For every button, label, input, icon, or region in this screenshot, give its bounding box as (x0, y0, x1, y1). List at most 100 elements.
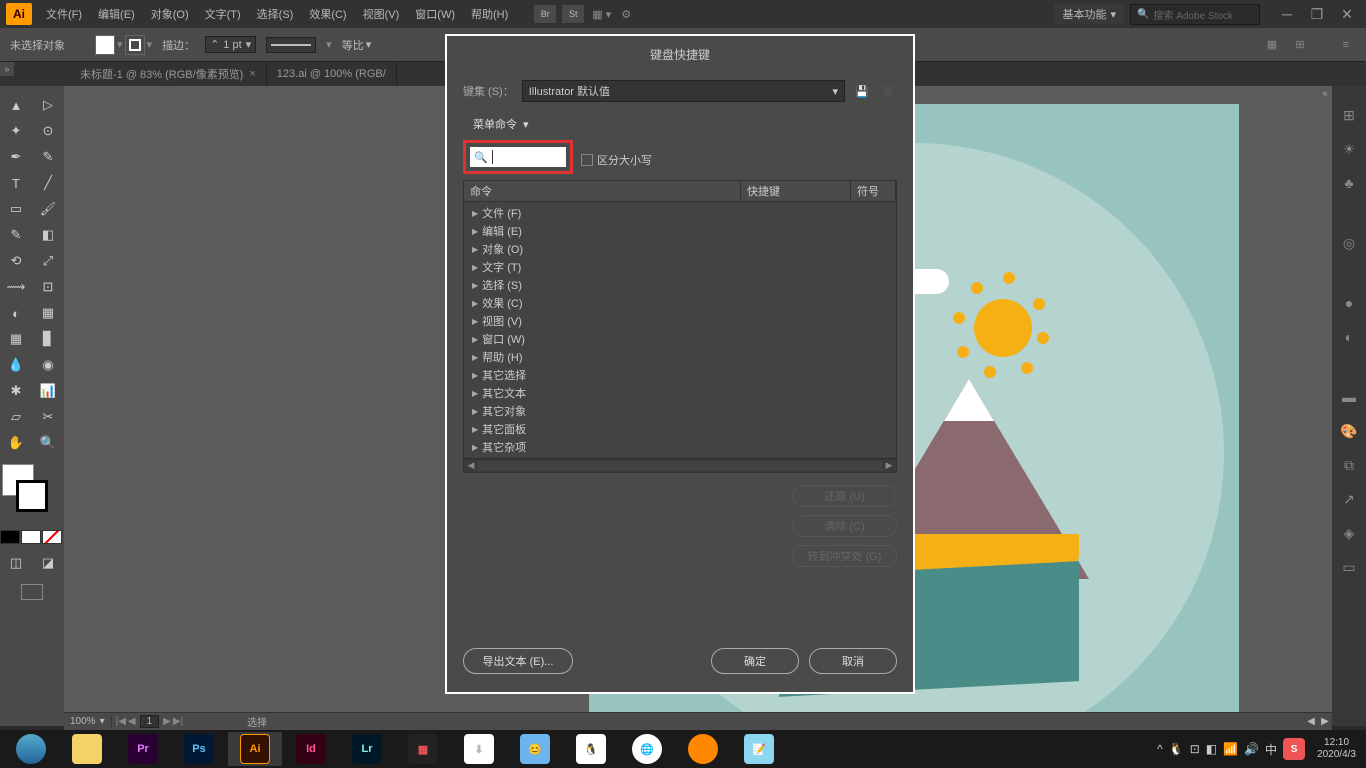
command-row[interactable]: ▶效果 (C) (464, 294, 896, 312)
command-type-dropdown[interactable]: 菜单命令 ▾ (473, 116, 529, 132)
menu-type[interactable]: 文字(T) (197, 0, 249, 28)
tray-expand-icon[interactable]: ^ (1157, 742, 1163, 756)
taskbar-app[interactable]: ⬇ (452, 732, 506, 766)
screen-mode-button[interactable] (0, 584, 64, 600)
scroll-right-icon[interactable]: ▶ (1318, 716, 1332, 727)
tray-volume-icon[interactable]: 🔊 (1244, 742, 1259, 756)
scroll-right-icon[interactable]: ▶ (882, 460, 896, 471)
document-tab[interactable]: 123.ai @ 100% (RGB/ (267, 62, 397, 86)
zoom-dropdown[interactable]: 100% ▾ (64, 716, 112, 727)
export-text-button[interactable]: 导出文本 (E)... (463, 648, 573, 674)
gpu-icon[interactable]: ⚙ (621, 8, 631, 21)
taskbar-illustrator[interactable]: Ai (228, 732, 282, 766)
blend-tool[interactable]: ◉ (32, 352, 64, 378)
tray-sogou-icon[interactable]: S (1283, 738, 1305, 760)
cancel-button[interactable]: 取消 (809, 648, 897, 674)
pen-tool[interactable]: ✒ (0, 144, 32, 170)
document-tab[interactable]: 未标题-1 @ 83% (RGB/像素预览) × (70, 62, 267, 86)
fill-swatch[interactable] (95, 35, 115, 55)
paintbrush-tool[interactable]: 🖌 (32, 196, 64, 222)
collapse-panels-icon[interactable]: « (1318, 86, 1332, 100)
document-setup-icon[interactable]: ▦ (1262, 35, 1282, 55)
color-swatch-gradient[interactable] (21, 530, 41, 544)
zoom-tool[interactable]: 🔍 (32, 430, 64, 456)
window-maximize[interactable]: ❐ (1304, 4, 1330, 24)
color-swatch-none[interactable] (42, 530, 62, 544)
col-symbol[interactable]: 符号 (851, 181, 896, 201)
stroke-panel-icon[interactable]: ⧉ (1337, 454, 1361, 476)
scroll-left-icon[interactable]: ◀ (464, 460, 478, 471)
symbols-panel-icon[interactable]: 🎨 (1337, 420, 1361, 442)
direct-selection-tool[interactable]: ▷ (32, 92, 64, 118)
command-row[interactable]: ▶对象 (O) (464, 240, 896, 258)
command-row[interactable]: ▶其它杂项 (464, 438, 896, 456)
eyedropper-tool[interactable]: 💧 (0, 352, 32, 378)
scroll-left-icon[interactable]: ◀ (1304, 716, 1318, 727)
taskbar-notepad[interactable]: 📝 (732, 732, 786, 766)
menu-edit[interactable]: 编辑(E) (90, 0, 143, 28)
taskbar-qq[interactable]: 🐧 (564, 732, 618, 766)
menu-effect[interactable]: 效果(C) (301, 0, 354, 28)
properties-panel-icon[interactable]: ⊞ (1337, 104, 1361, 126)
lasso-tool[interactable]: ⊙ (32, 118, 64, 144)
tray-network-icon[interactable]: 📶 (1223, 742, 1238, 756)
first-artboard-icon[interactable]: |◀ (116, 716, 126, 727)
shaper-tool[interactable]: ✎ (0, 222, 32, 248)
ok-button[interactable]: 确定 (711, 648, 799, 674)
free-transform-tool[interactable]: ⊡ (32, 274, 64, 300)
col-shortcut[interactable]: 快捷键 (741, 181, 851, 201)
command-row[interactable]: ▶窗口 (W) (464, 330, 896, 348)
layers-panel-icon[interactable]: ◈ (1337, 522, 1361, 544)
draw-mode-behind[interactable]: ◪ (32, 550, 64, 576)
command-row[interactable]: ▶其它对象 (464, 402, 896, 420)
type-tool[interactable]: T (0, 170, 32, 196)
draw-mode-normal[interactable]: ◫ (0, 550, 32, 576)
curvature-tool[interactable]: ✎ (32, 144, 64, 170)
taskbar-firefox[interactable] (676, 732, 730, 766)
graphic-styles-panel-icon[interactable]: ↗ (1337, 488, 1361, 510)
swatches-panel-icon[interactable]: ▬ (1337, 386, 1361, 408)
taskbar-lightroom[interactable]: Lr (340, 732, 394, 766)
slice-tool[interactable]: ✂ (32, 404, 64, 430)
magic-wand-tool[interactable]: ✦ (0, 118, 32, 144)
table-scrollbar[interactable]: ◀ ▶ (464, 458, 896, 472)
taskbar-app[interactable]: 😊 (508, 732, 562, 766)
close-tab-icon[interactable]: × (249, 68, 255, 80)
line-tool[interactable]: ╱ (32, 170, 64, 196)
perspective-grid-tool[interactable]: ▦ (32, 300, 64, 326)
taskbar-clock[interactable]: 12:10 2020/4/3 (1311, 737, 1362, 761)
mesh-tool[interactable]: ▦ (0, 326, 32, 352)
window-close[interactable]: ✕ (1334, 4, 1360, 24)
stock-button[interactable]: St (562, 5, 584, 23)
keyset-dropdown[interactable]: Illustrator 默认值 ▾ (522, 80, 845, 102)
eraser-tool[interactable]: ◧ (32, 222, 64, 248)
last-artboard-icon[interactable]: ▶| (173, 716, 183, 727)
artboard-number-input[interactable]: 1 (140, 715, 160, 728)
stroke-swatch[interactable] (125, 35, 145, 55)
save-keyset-icon[interactable]: 💾 (853, 82, 871, 100)
stroke-style-dropdown[interactable] (266, 37, 316, 53)
selection-tool[interactable]: ▲ (0, 92, 32, 118)
color-swatch-black[interactable] (0, 530, 20, 544)
stroke-width-input[interactable]: ⌃ 1 pt ▾ (205, 36, 256, 53)
menu-select[interactable]: 选择(S) (249, 0, 302, 28)
next-artboard-icon[interactable]: ▶ (163, 716, 171, 727)
brushes-panel-icon[interactable]: ♣ (1337, 172, 1361, 194)
shape-builder-tool[interactable]: ◐ (0, 300, 32, 326)
command-row[interactable]: ▶其它文本 (464, 384, 896, 402)
artboards-panel-icon[interactable]: ▭ (1337, 556, 1361, 578)
command-row[interactable]: ▶文件 (F) (464, 204, 896, 222)
menu-view[interactable]: 视图(V) (355, 0, 408, 28)
menu-file[interactable]: 文件(F) (38, 0, 90, 28)
menu-window[interactable]: 窗口(W) (407, 0, 463, 28)
preferences-icon[interactable]: ⊞ (1290, 35, 1310, 55)
delete-keyset-icon[interactable]: 🗑 (879, 82, 897, 100)
color-guide-panel-icon[interactable]: ◐ (1337, 326, 1361, 348)
command-row[interactable]: ▶文字 (T) (464, 258, 896, 276)
taskbar-indesign[interactable]: Id (284, 732, 338, 766)
rectangle-tool[interactable]: ▭ (0, 196, 32, 222)
uniform-scale-dropdown[interactable]: 等比 ▾ (342, 37, 372, 53)
artboard-tool[interactable]: ▱ (0, 404, 32, 430)
scale-tool[interactable]: ⤢ (32, 248, 64, 274)
cc-panel-icon[interactable]: ◎ (1337, 232, 1361, 254)
